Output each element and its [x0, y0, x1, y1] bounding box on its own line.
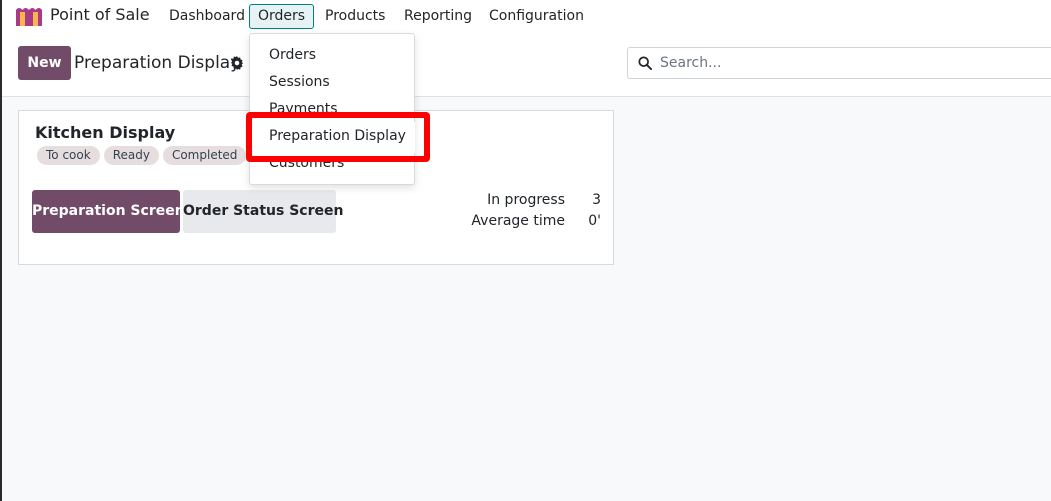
card-title: Kitchen Display: [35, 123, 176, 142]
app-name[interactable]: Point of Sale: [50, 5, 150, 24]
tag-to-cook: To cook: [37, 146, 100, 165]
dropdown-item-orders[interactable]: Orders: [250, 42, 414, 69]
control-panel: New Preparation Display: [2, 32, 1051, 97]
dropdown-item-payments[interactable]: Payments: [250, 96, 414, 123]
orders-dropdown-menu: Orders Sessions Payments Customers: [249, 33, 415, 185]
stat-in-progress-label: In progress: [487, 192, 565, 208]
stat-average-time-value: 0': [588, 213, 601, 229]
nav-dashboard[interactable]: Dashboard: [160, 4, 254, 29]
search-icon: [638, 56, 652, 70]
tag-ready: Ready: [103, 146, 159, 165]
dropdown-item-sessions[interactable]: Sessions: [250, 69, 414, 96]
search-input[interactable]: [660, 48, 1050, 78]
page-title: Preparation Display: [74, 53, 241, 73]
stat-average-time-label: Average time: [471, 213, 565, 229]
tag-completed: Completed: [162, 146, 247, 165]
dropdown-item-customers[interactable]: Customers: [250, 150, 414, 177]
stat-in-progress-value: 3: [592, 192, 601, 208]
pos-logo-icon[interactable]: [16, 6, 42, 26]
nav-orders[interactable]: Orders: [249, 4, 315, 29]
gear-icon[interactable]: [230, 56, 244, 70]
new-button[interactable]: New: [18, 46, 71, 80]
order-status-screen-button[interactable]: Order Status Screen: [183, 190, 343, 233]
nav-reporting[interactable]: Reporting: [395, 4, 481, 29]
nav-configuration[interactable]: Configuration: [480, 4, 593, 29]
category-tags: To cook Ready Completed: [37, 146, 247, 165]
nav-products[interactable]: Products: [316, 4, 394, 29]
dropdown-item-preparation-display[interactable]: Preparation Display: [259, 122, 415, 153]
top-navbar: Point of Sale Dashboard Orders Products …: [2, 0, 1051, 32]
preparation-screen-button[interactable]: Preparation Screen: [32, 190, 185, 233]
search-bar: [627, 47, 1051, 79]
